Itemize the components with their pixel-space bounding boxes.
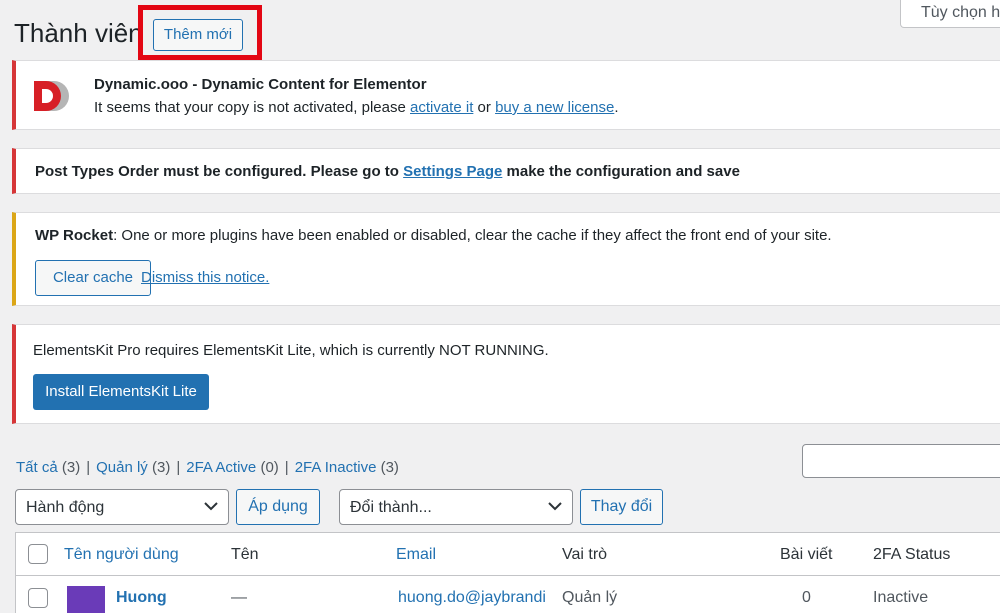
users-table: Tên người dùng Tên Email Vai trò Bài viế… xyxy=(15,532,1000,613)
column-username[interactable]: Tên người dùng xyxy=(64,546,179,564)
column-posts: Bài viết xyxy=(780,546,833,563)
change-role-select[interactable]: Đổi thành... xyxy=(339,489,573,525)
buy-license-link[interactable]: buy a new license xyxy=(495,99,614,116)
column-2fa-status: 2FA Status xyxy=(873,546,951,563)
post-types-order-notice: Post Types Order must be configured. Ple… xyxy=(12,148,1000,194)
page-title: Thành viên xyxy=(14,18,143,48)
role-cell: Quản lý xyxy=(562,589,618,606)
clear-cache-button[interactable]: Clear cache xyxy=(35,260,151,296)
screen-options-tab[interactable]: Tùy chọn hiển thị xyxy=(900,0,1000,28)
column-role: Vai trò xyxy=(562,546,608,563)
select-all-checkbox[interactable] xyxy=(28,544,48,564)
2fa-status-cell: Inactive xyxy=(873,589,929,606)
column-name: Tên xyxy=(231,546,259,563)
filter-all[interactable]: Tất cả xyxy=(16,459,58,476)
role-filter-links: Tất cả (3) | Quản lý (3) | 2FA Active (0) | 2F… xyxy=(16,459,399,476)
name-cell: — xyxy=(231,589,247,606)
dynamic-ooo-notice: Dynamic.ooo - Dynamic Content for Elemen… xyxy=(12,60,1000,130)
search-users-input[interactable] xyxy=(802,444,1000,478)
wp-rocket-notice-message: WP Rocket: One or more plugins have been… xyxy=(35,227,832,244)
elementskit-notice-message: ElementsKit Pro requires ElementsKit Lit… xyxy=(33,342,549,359)
post-types-notice-message: Post Types Order must be configured. Ple… xyxy=(35,163,740,180)
elementskit-notice: ElementsKit Pro requires ElementsKit Lit… xyxy=(12,324,1000,424)
install-elementskit-button[interactable]: Install ElementsKit Lite xyxy=(33,374,209,410)
filter-manager[interactable]: Quản lý xyxy=(96,459,148,476)
wp-rocket-notice: WP Rocket: One or more plugins have been… xyxy=(12,212,1000,306)
dynamic-notice-message: It seems that your copy is not activated… xyxy=(94,99,619,116)
apply-button[interactable]: Áp dụng xyxy=(236,489,320,525)
row-checkbox[interactable] xyxy=(28,588,48,608)
dynamic-notice-title: Dynamic.ooo - Dynamic Content for Elemen… xyxy=(94,76,427,93)
table-row: Huong — huong.do@jaybrandi Quản lý 0 Ina… xyxy=(16,576,1000,613)
filter-2fa-inactive[interactable]: 2FA Inactive xyxy=(295,459,377,476)
dynamic-logo-icon xyxy=(34,81,69,111)
filter-2fa-active[interactable]: 2FA Active xyxy=(186,459,256,476)
add-new-button[interactable]: Thêm mới xyxy=(153,19,243,51)
change-role-button[interactable]: Thay đổi xyxy=(580,489,663,525)
dismiss-notice-link[interactable]: Dismiss this notice. xyxy=(141,269,269,286)
settings-page-link[interactable]: Settings Page xyxy=(403,163,502,180)
chevron-down-icon xyxy=(204,502,218,511)
avatar xyxy=(67,586,105,613)
chevron-down-icon xyxy=(548,502,562,511)
bulk-actions-select[interactable]: Hành động xyxy=(15,489,229,525)
table-header: Tên người dùng Tên Email Vai trò Bài viế… xyxy=(16,533,1000,576)
email-link[interactable]: huong.do@jaybrandi xyxy=(398,589,546,607)
username-link[interactable]: Huong xyxy=(116,589,167,607)
posts-count-cell: 0 xyxy=(802,589,811,606)
column-email[interactable]: Email xyxy=(396,546,436,564)
activate-link[interactable]: activate it xyxy=(410,99,473,116)
